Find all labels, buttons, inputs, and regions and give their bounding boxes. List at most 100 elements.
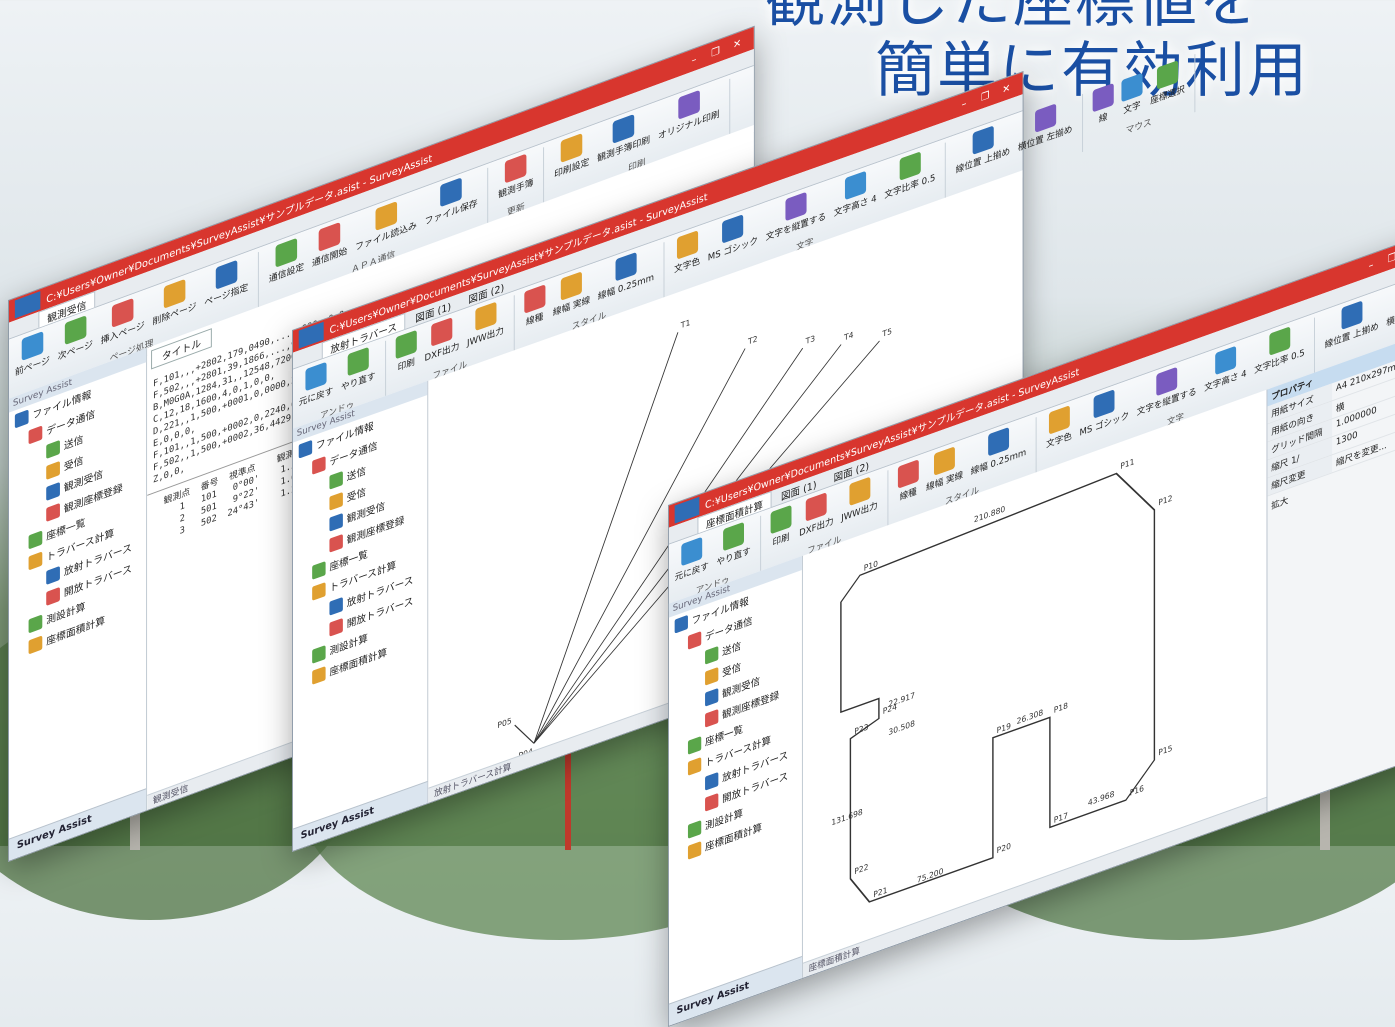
tree-item-icon (329, 617, 342, 636)
ribbon-button[interactable]: 印刷設定 (554, 130, 589, 180)
tree-item-icon (329, 512, 342, 531)
tree-item-icon (46, 460, 60, 479)
ribbon-button-label: 横位置 左揃め (1386, 297, 1395, 329)
tree-item-icon (705, 792, 718, 811)
tree-item-icon (29, 614, 43, 633)
ribbon-button[interactable]: 文字高さ 4 (1204, 342, 1246, 394)
ribbon-button[interactable]: DXF出力 (799, 490, 833, 539)
tree-item-icon (312, 456, 325, 475)
tree-item-icon (329, 470, 342, 489)
point-label: T5 (881, 327, 892, 340)
ribbon-button[interactable]: 印刷 (771, 505, 792, 549)
tree-item-icon (688, 820, 701, 839)
ribbon-button[interactable]: 前ページ (15, 329, 50, 379)
ribbon-button[interactable]: やり直す (341, 344, 376, 393)
ribbon-button[interactable]: やり直す (716, 519, 750, 568)
radial-line (534, 332, 678, 743)
dimension-label: 131.698 (831, 807, 862, 827)
tree-item-icon (688, 736, 701, 755)
minimize-icon[interactable]: – (683, 51, 705, 70)
properties-panel: プロパティ 用紙サイズA4 210x297mm用紙の向き横グリッド間隔1.000… (1267, 332, 1395, 812)
ribbon-button[interactable]: 線種 (898, 459, 919, 503)
tree-item-icon (29, 425, 43, 444)
ribbon-button[interactable]: 元に戻す (299, 359, 334, 408)
tree-list: ファイル情報データ通信送信受信観測受信観測座標登録座標一覧トラバース計算放射トラ… (669, 570, 802, 870)
navigation-tree: Survey Assist ファイル情報データ通信送信受信観測受信観測座標登録座… (293, 381, 428, 851)
ribbon-button[interactable]: 文字色 (674, 229, 700, 275)
tree-item-icon (705, 645, 718, 664)
maximize-icon[interactable]: ❐ (1381, 249, 1395, 267)
ribbon-button[interactable]: 線種 (524, 284, 545, 328)
point-label: P05 (497, 716, 511, 730)
ribbon-button-label: 線 (1099, 109, 1108, 125)
point-label: P16 (1130, 784, 1144, 798)
tree-item-icon (46, 439, 60, 458)
tree-item-icon (46, 481, 60, 500)
point-label: T2 (747, 334, 758, 347)
tree-item-icon (688, 757, 701, 776)
tree-item-icon (705, 708, 718, 727)
ribbon-button[interactable]: DXF出力 (425, 315, 460, 364)
ribbon-button[interactable]: 文字 (1121, 73, 1142, 117)
point-label: P22 (854, 862, 868, 876)
tree-item-icon (329, 596, 342, 615)
point-label: T3 (805, 334, 816, 347)
minimize-icon[interactable]: – (953, 95, 974, 113)
dimension-label: 26.308 (1017, 708, 1044, 726)
close-icon[interactable]: ✕ (726, 35, 748, 54)
ribbon-button[interactable]: 通信設定 (269, 235, 304, 285)
tree-item-icon (675, 614, 688, 633)
maximize-icon[interactable]: ❐ (705, 43, 727, 62)
parcel-boundary (841, 460, 1155, 912)
navigation-tree: Survey Assist ファイル情報データ通信送信受信観測受信観測座標登録座… (9, 348, 147, 861)
survey-assist-footer[interactable]: Survey Assist (293, 781, 427, 851)
ribbon-button[interactable]: 横位置 左揃め (1018, 98, 1073, 154)
tree-item-icon (15, 409, 29, 428)
maximize-icon[interactable]: ❐ (975, 87, 996, 105)
point-label: T4 (843, 330, 854, 343)
ribbon-button[interactable]: 次ページ (58, 313, 93, 363)
tree-item-icon (312, 582, 325, 601)
navigation-tree: Survey Assist ファイル情報データ通信送信受信観測受信観測座標登録座… (669, 556, 803, 1026)
tree-item-icon (688, 841, 701, 860)
ribbon-button[interactable]: 通信開始 (312, 219, 347, 269)
dimension-label: 22.917 (888, 691, 915, 709)
point-label: P11 (1120, 457, 1134, 471)
ribbon-button[interactable]: 線幅 実線 (926, 443, 963, 493)
point-label: T1 (680, 318, 691, 331)
tree-item-icon (329, 491, 342, 510)
tree-item-icon (705, 666, 718, 685)
survey-assist-footer[interactable]: Survey Assist (669, 956, 802, 1026)
minimize-icon[interactable]: – (1361, 256, 1382, 274)
ribbon-button[interactable]: JWW出力 (467, 299, 504, 349)
ribbon-button[interactable]: JWW出力 (841, 474, 878, 524)
tree-list: ファイル情報データ通信送信受信観測受信観測座標登録座標一覧トラバース計算放射トラ… (9, 362, 146, 664)
point-label: P18 (1054, 701, 1068, 715)
ribbon-button[interactable]: 線幅 実線 (553, 268, 590, 318)
tree-item-icon (29, 551, 43, 570)
ribbon-button[interactable]: 観測手簿 (498, 151, 533, 201)
tree-item-icon (312, 561, 325, 580)
dimension-label: 210.880 (974, 504, 1005, 524)
close-icon[interactable]: ✕ (996, 80, 1017, 98)
point-label: P20 (997, 841, 1011, 855)
point-label: P15 (1158, 743, 1172, 757)
ribbon-button[interactable]: 線 (1093, 83, 1114, 127)
point-label: P23 (854, 722, 868, 736)
ribbon-group-label: マウス (1126, 115, 1152, 137)
tree-item-icon (29, 530, 43, 549)
dimension-label: 30.508 (888, 719, 915, 737)
ribbon-button[interactable]: 文字色 (1046, 404, 1072, 450)
dimension-label: 75.200 (917, 866, 944, 884)
tree-item-icon (705, 687, 718, 706)
radial-line (515, 718, 534, 750)
tree-item-icon (46, 586, 60, 605)
tree-item-icon (29, 635, 43, 654)
ribbon-button[interactable]: 印刷 (396, 330, 417, 374)
ribbon-button[interactable]: 元に戻す (675, 534, 709, 583)
headline: 観測した座標値を 簡単に有効利用 (765, 0, 1395, 106)
tree-item-icon (705, 771, 718, 790)
survey-assist-footer[interactable]: Survey Assist (9, 788, 146, 860)
tree-list: ファイル情報データ通信送信受信観測受信観測座標登録座標一覧トラバース計算放射トラ… (293, 395, 427, 695)
ribbon-button[interactable]: 文字高さ 4 (834, 167, 877, 219)
